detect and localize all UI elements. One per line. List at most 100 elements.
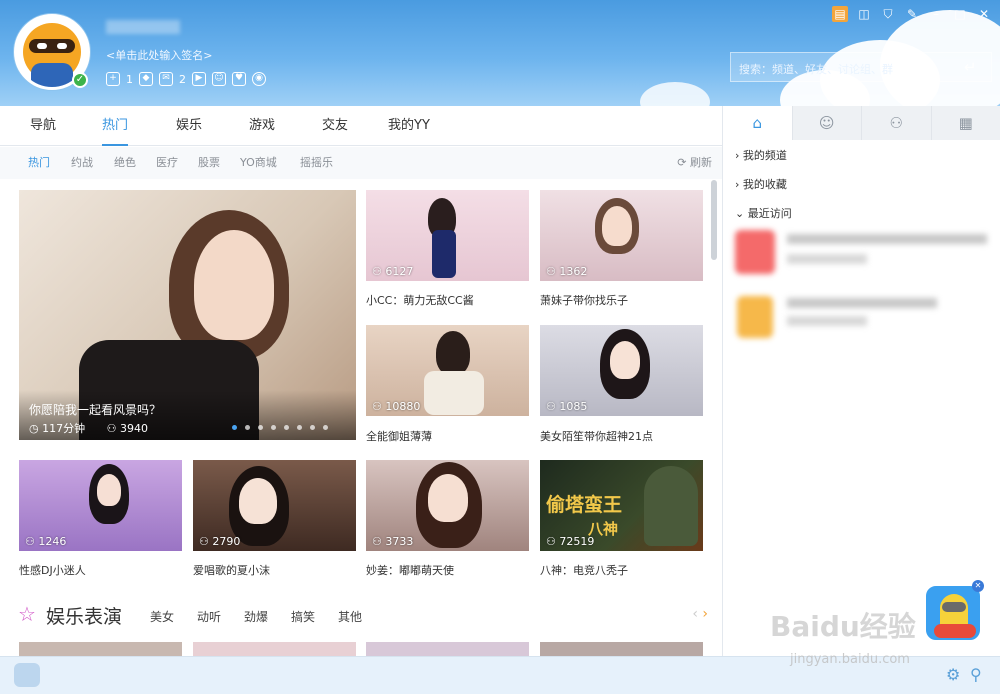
ent-tag[interactable]: 劲爆 — [244, 608, 268, 625]
stream-caption[interactable]: 妙姜：嘟嘟萌天使 — [366, 562, 454, 578]
stream-thumb[interactable]: ⚇ 6127 — [366, 190, 529, 281]
viewer-count: ⚇ 6127 — [372, 265, 414, 278]
carousel-dot[interactable] — [297, 425, 302, 430]
stream-thumb[interactable]: 偷塔蛮王 八神 ⚇ 72519 — [540, 460, 703, 551]
refresh-label: 刷新 — [690, 156, 712, 169]
carousel-dot[interactable] — [310, 425, 315, 430]
search-input[interactable]: 搜索：频道、好友、讨论组、群 — [730, 52, 992, 82]
subtab-shake[interactable]: 摇摇乐 — [300, 147, 333, 179]
prev-arrow-icon[interactable]: ‹ — [692, 606, 698, 622]
stream-caption[interactable]: 萧妹子带你找乐子 — [540, 292, 628, 308]
yy-logo-icon[interactable] — [14, 663, 40, 687]
stream-caption[interactable]: 八神：电竞八秃子 — [540, 562, 628, 578]
stream-caption[interactable]: 性感DJ小迷人 — [19, 562, 86, 578]
ent-tag[interactable]: 美女 — [150, 608, 174, 625]
recent-channel-2-text — [787, 298, 937, 308]
shirt-icon[interactable]: ⛉ — [880, 6, 896, 22]
carousel-dot[interactable] — [323, 425, 328, 430]
game-character — [644, 466, 698, 546]
ent-tag[interactable]: 其他 — [338, 608, 362, 625]
settings-icon[interactable]: ⚙ — [946, 665, 960, 684]
tab-entertainment[interactable]: 娱乐 — [176, 106, 202, 146]
status-icons: + 1 ◆ ✉ 2 ▶ ☺ ♥ ◉ — [106, 72, 266, 86]
viewer-count: ⚇ 3733 — [372, 535, 414, 548]
eye-icon[interactable]: ◉ — [252, 72, 266, 86]
stream-caption[interactable]: 爱唱歌的夏小沫 — [193, 562, 270, 578]
tree-my-channels[interactable]: › 我的频道 — [735, 147, 787, 163]
carousel-dot[interactable] — [258, 425, 263, 430]
entertainment-section: ☆ 娱乐表演 美女 动听 劲爆 搞笑 其他 ‹ › — [18, 600, 708, 630]
search-enter-icon[interactable]: ↵ — [964, 58, 977, 76]
search-icon[interactable]: ⚲ — [970, 665, 982, 684]
tab-games[interactable]: 游戏 — [249, 106, 275, 146]
recent-channel-1-sub — [787, 254, 867, 264]
subtab-beauty[interactable]: 绝色 — [114, 147, 136, 179]
subtab-yo-mall[interactable]: YO商城 — [240, 147, 277, 179]
heart-icon[interactable]: ♥ — [232, 72, 246, 86]
scrollbar[interactable] — [711, 180, 717, 260]
featured-stream[interactable]: 你愿陪我一起看风景吗？ ◷ 117分钟 ⚇ 3940 — [19, 190, 356, 440]
refresh-button[interactable]: ⟳ 刷新 — [677, 147, 712, 179]
game-icon[interactable]: + — [106, 72, 120, 86]
tab-nav[interactable]: 导航 — [30, 106, 56, 146]
recent-channel-2[interactable] — [737, 296, 773, 338]
stream-caption[interactable]: 全能御姐薄薄 — [366, 428, 432, 444]
viewer-count: ⚇ 10880 — [372, 400, 421, 413]
video-icon[interactable]: ▶ — [192, 72, 206, 86]
stream-thumb[interactable]: ⚇ 10880 — [366, 325, 529, 416]
home-icon[interactable]: ⌂ — [723, 106, 793, 140]
subtab-stocks[interactable]: 股票 — [198, 147, 220, 179]
baidu-watermark-url: jingyan.baidu.com — [790, 652, 910, 667]
mail-count: 2 — [179, 72, 186, 86]
stream-thumb[interactable]: ⚇ 1085 — [540, 325, 703, 416]
ent-tag[interactable]: 动听 — [197, 608, 221, 625]
chevron-right-icon: › — [735, 149, 743, 162]
refresh-icon: ⟳ — [677, 156, 690, 169]
close-icon[interactable]: ✕ — [976, 6, 992, 22]
tab-my-yy[interactable]: 我的YY — [388, 106, 430, 146]
next-arrow-icon[interactable]: › — [702, 606, 708, 622]
diamond-icon[interactable]: ◆ — [139, 72, 153, 86]
tree-my-favorites[interactable]: › 我的收藏 — [735, 176, 787, 192]
skin-icon[interactable]: ▤ — [832, 6, 848, 22]
tree-recent[interactable]: ⌄ 最近访问 — [735, 205, 792, 221]
clock-icon: ◷ — [29, 422, 43, 435]
grid-icon[interactable]: ▦ — [932, 106, 1000, 140]
minimize-icon[interactable]: – — [928, 6, 944, 22]
signature-input[interactable]: <单击此处输入签名> — [106, 47, 212, 63]
tab-hot[interactable]: 热门 — [102, 106, 129, 146]
stream-thumb[interactable]: ⚇ 3733 — [366, 460, 529, 551]
stream-thumb[interactable]: ⚇ 1362 — [540, 190, 703, 281]
tools-icon[interactable]: ✎ — [904, 6, 920, 22]
right-panel: ⌂ ☺ ⚇ ▦ › 我的频道 › 我的收藏 ⌄ 最近访问 — [722, 106, 1000, 656]
featured-meta: ◷ 117分钟 ⚇ 3940 — [29, 420, 148, 436]
friends-icon[interactable]: ⚇ — [862, 106, 932, 140]
tab-social[interactable]: 交友 — [322, 106, 348, 146]
close-icon[interactable]: ✕ — [972, 580, 984, 592]
stream-caption[interactable]: 美女陌笙带你超神21点 — [540, 428, 653, 444]
featured-duration: 117分钟 — [42, 422, 86, 435]
mail-icon[interactable]: ✉ — [159, 72, 173, 86]
carousel-dot[interactable] — [271, 425, 276, 430]
subtab-hot[interactable]: 热门 — [28, 147, 50, 179]
pin-icon[interactable]: ◫ — [856, 6, 872, 22]
subtab-battle[interactable]: 约战 — [71, 147, 93, 179]
user-icon[interactable]: ☺ — [793, 106, 862, 140]
carousel-dot[interactable] — [245, 425, 250, 430]
stream-caption[interactable]: 小CC：萌力无敌CC酱 — [366, 292, 474, 308]
carousel-dots — [232, 425, 328, 430]
maximize-icon[interactable]: □ — [952, 6, 968, 22]
ent-tag[interactable]: 搞笑 — [291, 608, 315, 625]
stream-thumb[interactable]: ⚇ 1246 — [19, 460, 182, 551]
featured-viewers: 3940 — [119, 422, 148, 435]
stream-thumb[interactable]: ⚇ 2790 — [193, 460, 356, 551]
carousel-dot[interactable] — [284, 425, 289, 430]
recent-channel-1-text — [787, 234, 987, 244]
face-icon[interactable]: ☺ — [212, 72, 226, 86]
minion-app-icon[interactable] — [924, 584, 982, 642]
recent-channel-1[interactable] — [735, 230, 775, 274]
next-row-thumbs — [19, 642, 703, 656]
subtab-medical[interactable]: 医疗 — [156, 147, 178, 179]
username-blurred — [106, 20, 180, 34]
carousel-dot[interactable] — [232, 425, 237, 430]
